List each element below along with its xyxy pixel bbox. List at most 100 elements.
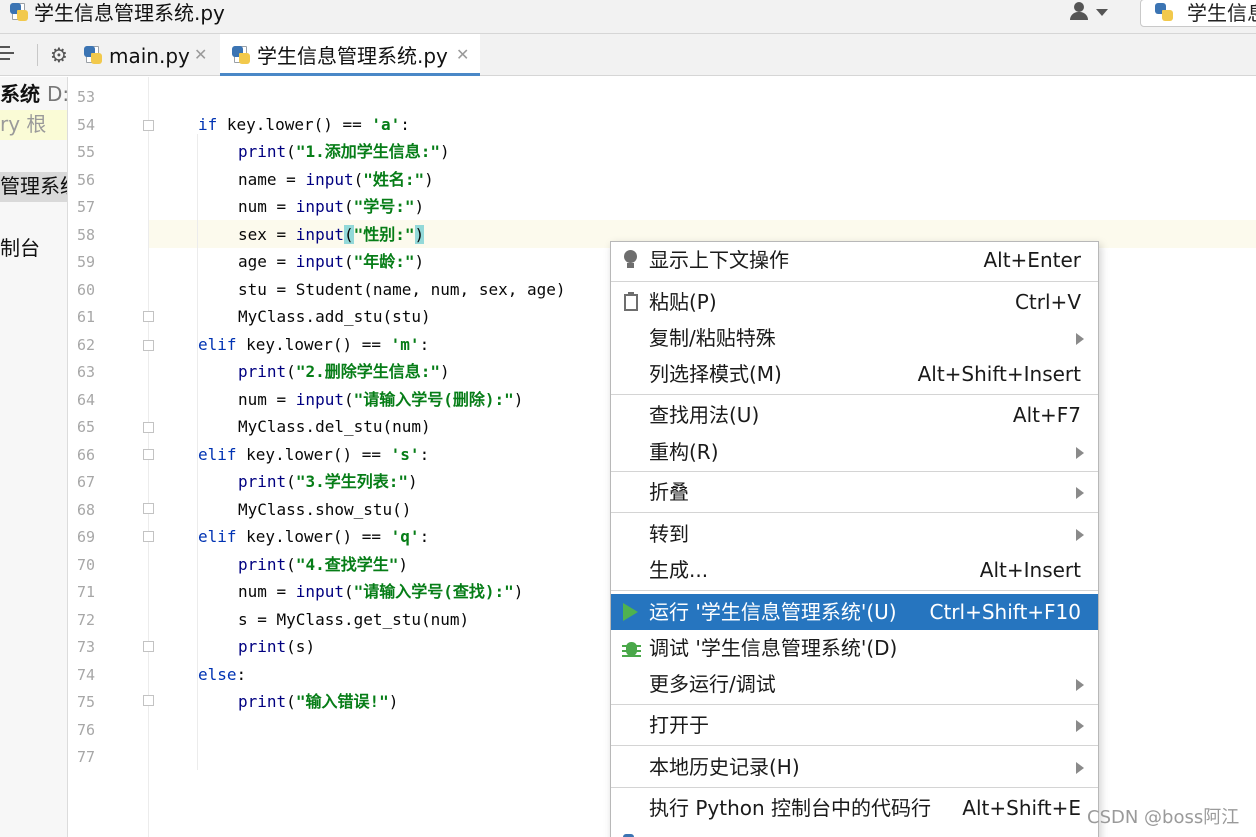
- code-line[interactable]: if key.lower() == 'a':: [198, 115, 410, 135]
- code-line[interactable]: age = input("年龄:"): [238, 252, 424, 272]
- code-line[interactable]: num = input("学号:"): [238, 197, 424, 217]
- menu-item-more-run-debug[interactable]: 更多运行/调试: [611, 666, 1098, 702]
- menu-item-run[interactable]: 运行 '学生信息管理系统'(U) Ctrl+Shift+F10: [611, 594, 1098, 630]
- python-file-icon: [84, 46, 102, 64]
- code-line[interactable]: print("输入错误!"): [238, 692, 398, 712]
- code-text: (: [286, 472, 296, 491]
- menu-item-debug[interactable]: 调试 '学生信息管理系统'(D): [611, 630, 1098, 666]
- menu-item-label: 复制/粘贴特殊: [649, 326, 776, 350]
- menu-item-shortcut: Alt+Shift+Insert: [917, 362, 1081, 386]
- project-root-name: 系统: [0, 82, 40, 106]
- line-number: 55: [76, 143, 95, 161]
- code-line[interactable]: print("2.删除学生信息:"): [238, 362, 450, 382]
- code-line[interactable]: MyClass.add_stu(stu): [238, 307, 431, 327]
- code-line-current[interactable]: sex = input("性别:"): [238, 225, 425, 245]
- menu-item-execute-in-python-console[interactable]: 执行 Python 控制台中的代码行 Alt+Shift+E: [611, 790, 1098, 826]
- fold-marker[interactable]: [143, 120, 154, 131]
- line-number: 70: [76, 556, 95, 574]
- menu-item-open-in[interactable]: 打开于: [611, 707, 1098, 743]
- code-line[interactable]: elif key.lower() == 'm':: [198, 335, 429, 355]
- selected-file-node[interactable]: 管理系统.: [0, 172, 67, 202]
- python-logo-icon: [1155, 3, 1173, 21]
- submenu-arrow-icon: [1076, 487, 1084, 499]
- line-number: 53: [76, 88, 95, 106]
- tab-main-py[interactable]: main.py ✕: [78, 34, 218, 76]
- tab-student-system-py[interactable]: 学生信息管理系统.py ✕: [220, 34, 480, 76]
- menu-item-show-context-actions[interactable]: 显示上下文操作 Alt+Enter: [611, 242, 1098, 278]
- chevron-down-icon[interactable]: [1096, 9, 1108, 16]
- scratches-node[interactable]: ry 根: [0, 110, 67, 140]
- line-number: 77: [76, 748, 95, 766]
- code-text: (: [286, 555, 296, 574]
- toolbar-divider: [37, 44, 38, 66]
- fold-marker[interactable]: [143, 340, 154, 351]
- code-line[interactable]: else:: [198, 665, 246, 685]
- editor-context-menu: 显示上下文操作 Alt+Enter 粘贴(P) Ctrl+V 复制/粘贴特殊 列…: [610, 241, 1099, 837]
- code-line[interactable]: elif key.lower() == 's':: [198, 445, 429, 465]
- menu-item-refactor[interactable]: 重构(R): [611, 434, 1098, 470]
- tab-label: 学生信息管理系统.py: [257, 44, 448, 68]
- code-line[interactable]: print("3.学生列表:"): [238, 472, 418, 492]
- code-builtin: print: [238, 362, 287, 381]
- line-number: 66: [76, 446, 95, 464]
- project-root-node[interactable]: 系统 D:\: [0, 80, 67, 108]
- fold-marker[interactable]: [143, 503, 154, 514]
- code-line[interactable]: elif key.lower() == 'q':: [198, 527, 429, 547]
- menu-item-label: 转到: [649, 522, 689, 546]
- menu-item-label: 显示上下文操作: [649, 248, 789, 272]
- code-string: "学号:": [353, 197, 415, 216]
- code-text: MyClass.show_stu(): [238, 500, 412, 519]
- code-line[interactable]: name = input("姓名:"): [238, 170, 434, 190]
- code-builtin: input: [295, 225, 344, 244]
- code-text: (s): [286, 637, 316, 656]
- menu-item-go-to[interactable]: 转到: [611, 516, 1098, 552]
- line-number-gutter[interactable]: 53 54 55 56 57 58 59 60 61 62 63 64 65 6…: [69, 77, 154, 837]
- code-text: key.lower() ==: [236, 445, 391, 464]
- menu-item-copy-paste-special[interactable]: 复制/粘贴特殊: [611, 320, 1098, 356]
- code-line[interactable]: num = input("请输入学号(查找):"): [238, 582, 523, 602]
- fold-marker[interactable]: [143, 449, 154, 460]
- gear-icon[interactable]: ⚙: [50, 45, 68, 65]
- run-configuration-selector[interactable]: 学生信息: [1140, 0, 1256, 27]
- code-keyword: elif: [198, 335, 237, 354]
- menu-item-folding[interactable]: 折叠: [611, 474, 1098, 510]
- close-icon[interactable]: ✕: [456, 45, 469, 65]
- fold-marker[interactable]: [143, 311, 154, 322]
- fold-marker[interactable]: [143, 531, 154, 542]
- code-text: ): [513, 390, 524, 409]
- menu-item-label: 折叠: [649, 480, 689, 504]
- collapse-all-icon[interactable]: [0, 46, 14, 64]
- code-text: key.lower() ==: [217, 115, 372, 134]
- menu-item-find-usages[interactable]: 查找用法(U) Alt+F7: [611, 397, 1098, 433]
- code-text: :: [400, 115, 410, 134]
- code-line[interactable]: print("1.添加学生信息:"): [238, 142, 450, 162]
- code-line[interactable]: print(s): [238, 637, 315, 657]
- user-icon[interactable]: [1068, 2, 1090, 20]
- console-node[interactable]: 制台: [0, 234, 40, 262]
- code-line[interactable]: print("4.查找学生"): [238, 555, 408, 575]
- code-line[interactable]: num = input("请输入学号(删除):"): [238, 390, 523, 410]
- menu-item-label: 更多运行/调试: [649, 672, 776, 696]
- submenu-arrow-icon: [1076, 529, 1084, 541]
- fold-marker[interactable]: [143, 422, 154, 433]
- code-text: num =: [238, 582, 296, 601]
- title-bar: 学生信息管理系统.py 学生信息: [0, 0, 1256, 34]
- code-text: (: [343, 252, 354, 271]
- menu-item-column-selection-mode[interactable]: 列选择模式(M) Alt+Shift+Insert: [611, 356, 1098, 392]
- code-keyword: elif: [198, 445, 237, 464]
- menu-item-label: 打开于: [649, 713, 709, 737]
- menu-item-local-history[interactable]: 本地历史记录(H): [611, 749, 1098, 785]
- menu-item-paste[interactable]: 粘贴(P) Ctrl+V: [611, 284, 1098, 320]
- code-line[interactable]: s = MyClass.get_stu(num): [238, 610, 469, 630]
- fold-marker[interactable]: [143, 695, 154, 706]
- submenu-arrow-icon: [1076, 333, 1084, 345]
- code-line[interactable]: MyClass.del_stu(num): [238, 417, 431, 437]
- fold-marker[interactable]: [143, 641, 154, 652]
- code-builtin: print: [238, 555, 287, 574]
- code-line[interactable]: MyClass.show_stu(): [238, 500, 411, 520]
- menu-item-generate[interactable]: 生成... Alt+Insert: [611, 552, 1098, 588]
- line-number: 76: [76, 721, 95, 739]
- close-icon[interactable]: ✕: [194, 45, 207, 65]
- code-line[interactable]: stu = Student(name, num, sex, age): [238, 280, 566, 300]
- python-file-icon: [232, 46, 250, 64]
